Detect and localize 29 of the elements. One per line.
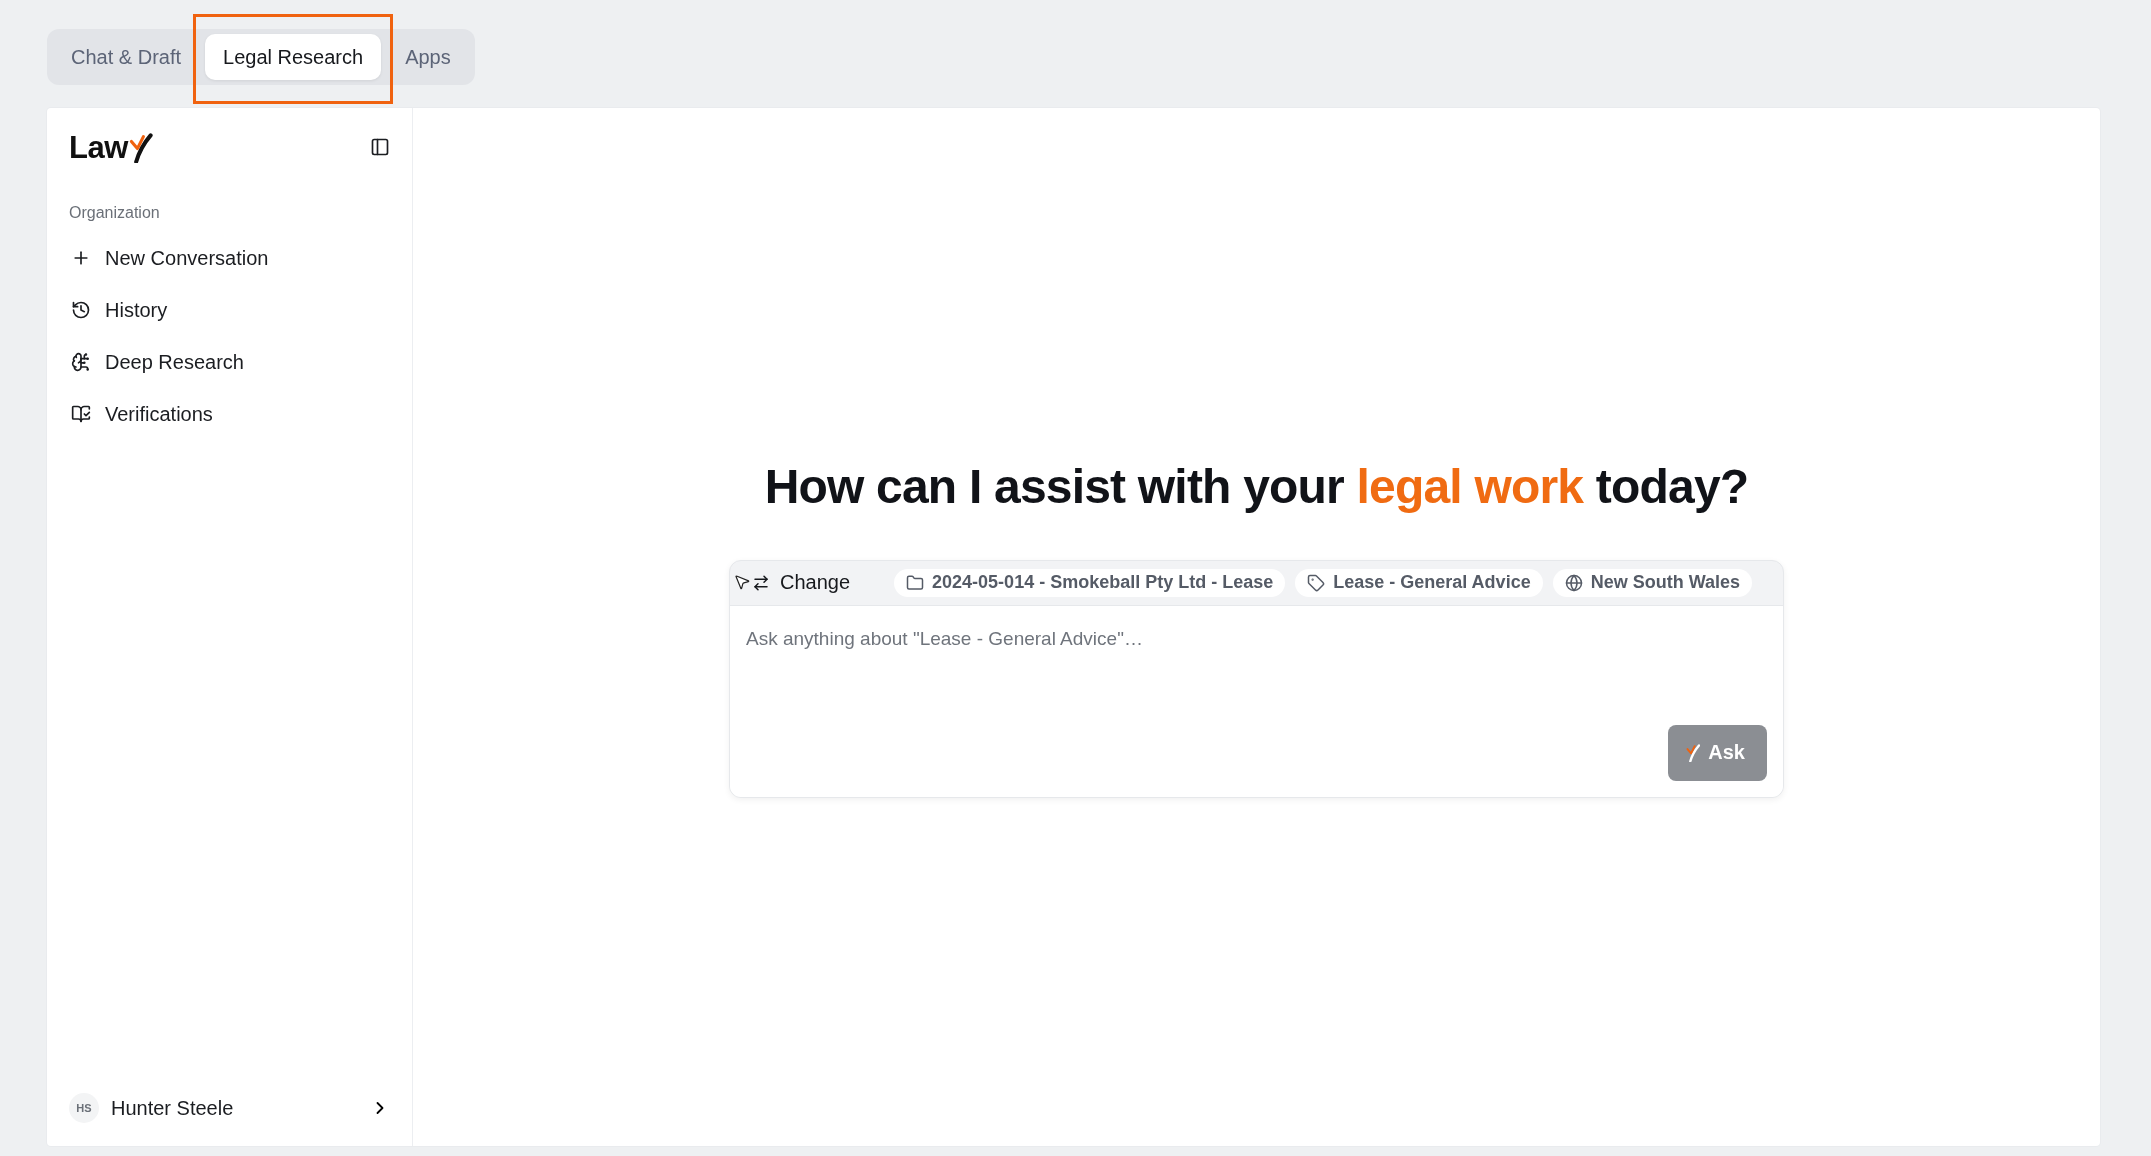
swap-arrows-icon [752, 573, 770, 592]
mouse-pointer-icon [733, 572, 751, 591]
tab[interactable]: Legal Research [205, 34, 382, 80]
sidebar-item[interactable]: New Conversation [47, 232, 292, 284]
panel-icon [370, 137, 390, 157]
logo-text: Law [69, 131, 128, 163]
sidebar-item[interactable]: History [47, 284, 292, 336]
book-check-icon [71, 404, 91, 424]
sidebar-toggle-button[interactable] [370, 137, 390, 157]
user-menu-button[interactable]: HS Hunter Steele [69, 1088, 390, 1128]
tab[interactable]: Chat & Draft [53, 34, 200, 80]
context-chip[interactable]: 2024-05-014 - Smokeball Pty Ltd - Lease [894, 568, 1286, 597]
tab[interactable]: Apps [387, 34, 469, 80]
folder-icon [906, 573, 925, 592]
avatar-initials: HS [69, 1093, 99, 1123]
logo-check-icon [1685, 743, 1701, 762]
context-chip[interactable]: New South Wales [1552, 568, 1752, 597]
heading: How can I assist with your legal work today? [764, 458, 1749, 514]
sidebar-item[interactable]: Deep Research [47, 336, 292, 388]
brain-icon [71, 352, 91, 372]
logo-check-icon [128, 132, 153, 163]
context-chip[interactable]: Lease - General Advice [1295, 568, 1543, 597]
sidebar-item[interactable]: Verifications [47, 388, 292, 440]
section-label: Organization [69, 204, 161, 222]
globe-icon [1564, 573, 1583, 592]
history-icon [71, 300, 91, 320]
tag-icon [1307, 573, 1326, 592]
change-button[interactable]: Change [748, 571, 855, 594]
user-name: Hunter Steele [111, 1096, 235, 1120]
